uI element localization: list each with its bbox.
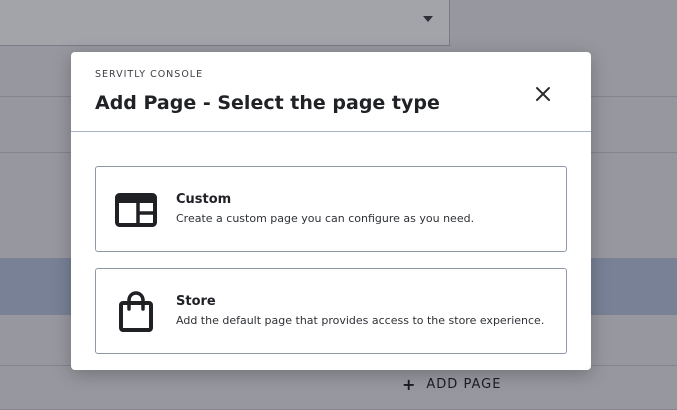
page-type-store-option[interactable]: Store Add the default page that provides… <box>95 268 567 354</box>
add-page-dialog: SERVITLY CONSOLE Add Page - Select the p… <box>71 52 591 370</box>
dialog-title: Add Page - Select the page type <box>95 92 440 114</box>
page-type-custom-option[interactable]: Custom Create a custom page you can conf… <box>95 166 567 252</box>
shopping-bag-icon <box>114 290 158 334</box>
dialog-eyebrow: SERVITLY CONSOLE <box>95 69 204 80</box>
close-button[interactable] <box>531 82 555 106</box>
dialog-header: SERVITLY CONSOLE Add Page - Select the p… <box>71 52 591 132</box>
option-description: Create a custom page you can configure a… <box>176 212 475 225</box>
option-title: Custom <box>176 192 232 207</box>
layout-icon <box>114 188 158 232</box>
option-description: Add the default page that provides acces… <box>176 314 545 327</box>
close-icon <box>535 86 551 102</box>
option-title: Store <box>176 294 216 309</box>
